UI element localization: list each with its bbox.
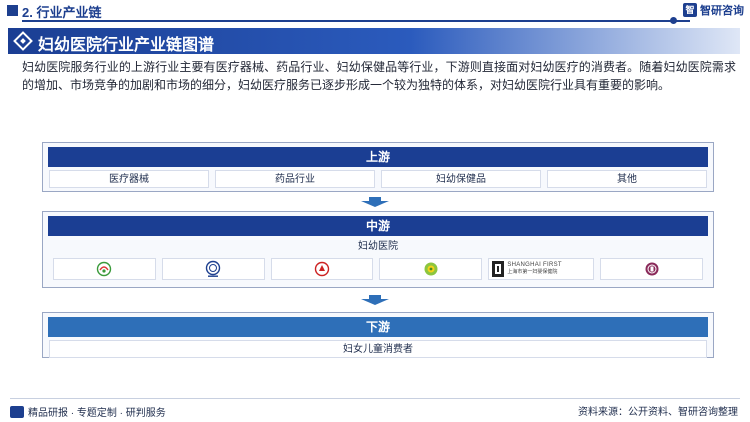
hospital-logo-shanghai-first: SHANGHAI FIRST 上海市第一妇婴保健院 [488, 258, 595, 280]
header-divider-dot [670, 17, 677, 24]
description-paragraph: 妇幼医院服务行业的上游行业主要有医疗器械、药品行业、妇幼保健品等行业，下游则直接… [22, 60, 736, 92]
downstream-header: 下游 [48, 317, 708, 337]
shanghai-first-logo-icon [492, 261, 505, 277]
maroon-seal-icon [645, 262, 659, 276]
upstream-item-pharma: 药品行业 [215, 170, 375, 188]
data-source: 资料来源：公开资料、智研咨询整理 [578, 407, 738, 418]
upstream-tier: 上游 医疗器械 药品行业 妇幼保健品 其他 [42, 142, 714, 192]
blue-seal-icon [206, 260, 221, 277]
top-header: 2. 行业产业链 智 智研咨询 [0, 0, 750, 24]
brand[interactable]: 智 智研咨询 [683, 2, 744, 18]
upstream-item-maternal-health-products: 妇幼保健品 [381, 170, 541, 188]
section-title: 2. 行业产业链 [22, 5, 102, 20]
hospital-logo-row: SHANGHAI FIRST 上海市第一妇婴保健院 [53, 258, 703, 280]
downstream-item-consumers: 妇女儿童消费者 [49, 340, 707, 358]
green-emblem-icon [97, 261, 112, 277]
upstream-items: 医疗器械 药品行业 妇幼保健品 其他 [49, 170, 707, 188]
footer-tagline-text: 精品研报 · 专题定制 · 研判服务 [28, 408, 166, 419]
diamond-icon [13, 31, 33, 51]
midstream-header: 中游 [48, 216, 708, 236]
down-arrow-icon [361, 295, 389, 305]
upstream-item-medical-devices: 医疗器械 [49, 170, 209, 188]
hospital-logo-2 [161, 258, 265, 280]
upstream-item-other: 其他 [547, 170, 707, 188]
upstream-header: 上游 [48, 147, 708, 167]
section-square-icon [7, 5, 18, 16]
hospital-logo-4 [379, 258, 483, 280]
brand-logo-icon: 智 [683, 3, 697, 17]
green-circle-icon [424, 262, 438, 276]
shanghai-first-logo-cn: 上海市第一妇婴保健院 [507, 269, 558, 275]
page-title: 妇幼医院行业产业链图谱 [38, 37, 215, 54]
hospital-logo-3 [270, 258, 374, 280]
footer-logo-icon [10, 405, 24, 418]
midstream-sub-label: 妇幼医院 [358, 241, 398, 252]
brand-name: 智研咨询 [700, 5, 744, 17]
hospital-logo-1 [53, 258, 156, 280]
header-divider [22, 20, 690, 22]
shanghai-first-logo-en: SHANGHAI FIRST [507, 262, 562, 268]
footer-tagline: 精品研报 · 专题定制 · 研判服务 [10, 404, 166, 419]
title-banner: 妇幼医院行业产业链图谱 [8, 28, 740, 54]
midstream-tier: 中游 妇幼医院 SHANGHAI FIRST 上海市第一妇婴保健院 [42, 211, 714, 288]
down-arrow-icon [361, 197, 389, 207]
red-emblem-icon [314, 261, 330, 277]
footer-divider [10, 398, 740, 399]
hospital-logo-6 [600, 258, 703, 280]
downstream-tier: 下游 妇女儿童消费者 [42, 312, 714, 358]
